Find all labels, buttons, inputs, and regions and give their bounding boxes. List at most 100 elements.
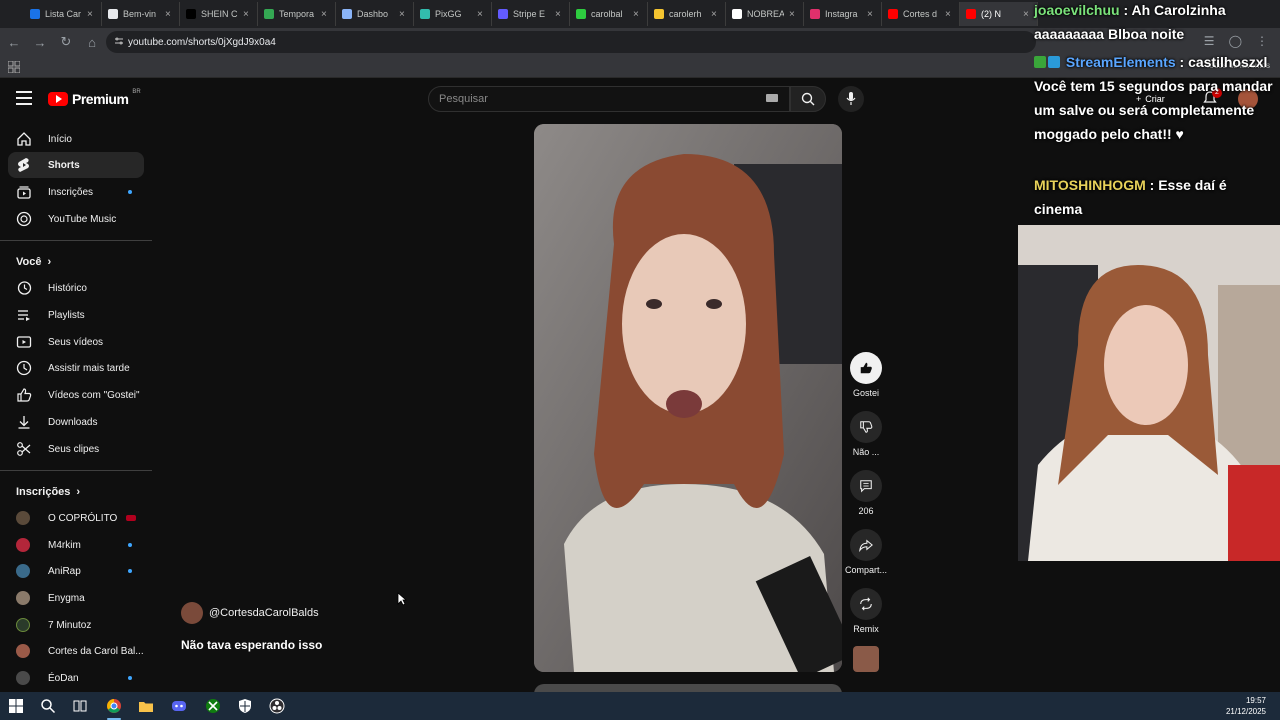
share-label: Compart...: [844, 565, 887, 575]
sidebar-you-header[interactable]: Você ›: [16, 256, 51, 268]
browser-tab[interactable]: Instagra ×: [804, 2, 882, 26]
browser-tab[interactable]: SHEIN C ×: [180, 2, 258, 26]
forward-button[interactable]: →: [28, 30, 52, 54]
subscription-cortes-da-carol[interactable]: Cortes da Carol Bal...: [8, 638, 144, 664]
tab-close-icon[interactable]: ×: [399, 9, 407, 20]
tab-close-icon[interactable]: ×: [945, 9, 953, 20]
file-explorer-icon[interactable]: [138, 698, 154, 714]
search-button[interactable]: [790, 86, 826, 112]
tab-close-icon[interactable]: ×: [867, 9, 875, 20]
subscription-enygma[interactable]: Enygma: [8, 585, 144, 611]
comment-count: 206: [858, 506, 874, 516]
search-icon[interactable]: [40, 698, 56, 714]
thumbs-up-icon: [860, 362, 872, 374]
tab-close-icon[interactable]: ×: [321, 9, 329, 20]
tab-close-icon[interactable]: ×: [477, 9, 485, 20]
comment-icon: [860, 480, 872, 493]
browser-tab[interactable]: (2) N ×: [960, 2, 1038, 26]
liked-icon: [17, 388, 32, 402]
browser-tab[interactable]: Bem-vin ×: [102, 2, 180, 26]
browser-tab[interactable]: carolbal ×: [570, 2, 648, 26]
youtube-premium-logo[interactable]: Premium BR: [48, 89, 141, 107]
chrome-icon[interactable]: [106, 698, 122, 714]
tab-close-icon[interactable]: ×: [243, 9, 251, 20]
comments-button[interactable]: 206: [844, 470, 888, 516]
task-view-icon[interactable]: [72, 698, 88, 714]
clock-time: 19:57: [1245, 696, 1266, 705]
dislike-button[interactable]: Não ...: [844, 411, 888, 457]
site-info-icon[interactable]: [114, 36, 124, 46]
sidebar-item-inscricoes[interactable]: Inscrições: [8, 179, 144, 205]
reload-button[interactable]: ↻: [54, 30, 78, 54]
browser-tab[interactable]: Stripe E ×: [492, 2, 570, 26]
apps-grid-icon[interactable]: [8, 61, 20, 73]
sidebar-item-inicio[interactable]: Início: [8, 126, 144, 152]
security-shield-icon[interactable]: [237, 698, 253, 714]
search-input[interactable]: Pesquisar: [428, 86, 790, 112]
channel-handle[interactable]: @CortesdaCarolBalds: [209, 607, 319, 619]
sidebar-item-label: Downloads: [48, 416, 98, 428]
sidebar: Início Shorts Inscrições YouTube Music V…: [0, 118, 154, 692]
sidebar-item-videos-gostei[interactable]: Vídeos com "Gostei": [8, 382, 144, 408]
voice-search-button[interactable]: [838, 86, 864, 112]
sidebar-subscriptions-header[interactable]: Inscrições ›: [16, 486, 80, 498]
url-text: youtube.com/shorts/0jXgdJ9x0a4: [128, 36, 276, 48]
browser-tab[interactable]: Lista Car ×: [24, 2, 102, 26]
short-video-player[interactable]: [534, 124, 842, 672]
sidebar-item-youtube-music[interactable]: YouTube Music: [8, 206, 144, 232]
hamburger-menu-icon[interactable]: [16, 91, 32, 105]
tab-favicon-icon: [888, 9, 898, 19]
tab-favicon-icon: [30, 9, 40, 19]
windows-taskbar: 19:57 21/12/2025: [0, 692, 1280, 720]
share-button[interactable]: Compart...: [844, 529, 888, 575]
browser-tab[interactable]: carolerh ×: [648, 2, 726, 26]
sound-thumbnail[interactable]: [853, 646, 879, 672]
windows-start-icon[interactable]: [8, 698, 24, 714]
home-icon: [17, 132, 31, 146]
subscription-7-minutoz[interactable]: 7 Minutoz: [8, 612, 144, 638]
browser-tab[interactable]: Dashbo ×: [336, 2, 414, 26]
chevron-right-icon: ›: [47, 256, 52, 268]
like-button[interactable]: Gostei: [844, 352, 888, 398]
browser-tab[interactable]: Tempora ×: [258, 2, 336, 26]
tab-close-icon[interactable]: ×: [87, 9, 95, 20]
sidebar-item-shorts[interactable]: Shorts: [8, 152, 144, 178]
sidebar-item-seus-clipes[interactable]: Seus clipes: [8, 436, 144, 462]
home-button[interactable]: ⌂: [80, 30, 104, 54]
channel-label: 7 Minutoz: [48, 619, 92, 631]
pencil-badge-icon: [1034, 56, 1046, 68]
channel-avatar[interactable]: [181, 602, 203, 624]
keyboard-icon[interactable]: [766, 94, 778, 102]
subscription-o-coprolito[interactable]: O COPRÓLITO: [8, 505, 144, 531]
browser-tab[interactable]: NOBREA ×: [726, 2, 804, 26]
sidebar-item-historico[interactable]: Histórico: [8, 275, 144, 301]
tab-title: Dashbo: [357, 9, 389, 19]
sidebar-item-assistir-mais-tarde[interactable]: Assistir mais tarde: [8, 355, 144, 381]
back-button[interactable]: ←: [2, 30, 26, 54]
channel-avatar: [16, 564, 30, 578]
discord-icon[interactable]: [171, 698, 187, 714]
tab-close-icon[interactable]: ×: [633, 9, 641, 20]
like-label: Gostei: [852, 388, 879, 398]
sidebar-item-seus-videos[interactable]: Seus vídeos: [8, 329, 144, 355]
xbox-icon[interactable]: [205, 698, 221, 714]
subscription-eodan[interactable]: ÉoDan: [8, 665, 144, 691]
browser-tab[interactable]: PixGG ×: [414, 2, 492, 26]
tab-close-icon[interactable]: ×: [555, 9, 563, 20]
short-channel[interactable]: @CortesdaCarolBalds: [181, 602, 322, 624]
subscription-m4rkim[interactable]: M4rkim: [8, 532, 144, 558]
sidebar-item-downloads[interactable]: Downloads: [8, 409, 144, 435]
address-bar[interactable]: youtube.com/shorts/0jXgdJ9x0a4: [106, 31, 1036, 53]
tab-close-icon[interactable]: ×: [789, 9, 797, 20]
scissors-icon: [17, 442, 31, 456]
system-clock[interactable]: 19:57 21/12/2025: [1226, 695, 1266, 717]
tab-favicon-icon: [108, 9, 118, 19]
browser-tab[interactable]: Cortes d ×: [882, 2, 960, 26]
remix-button[interactable]: Remix: [844, 588, 888, 634]
tab-close-icon[interactable]: ×: [165, 9, 173, 20]
obs-icon[interactable]: [269, 698, 285, 714]
tab-close-icon[interactable]: ×: [711, 9, 719, 20]
sidebar-item-playlists[interactable]: Playlists: [8, 302, 144, 328]
tab-favicon-icon: [420, 9, 430, 19]
subscription-anirap[interactable]: AniRap: [8, 558, 144, 584]
